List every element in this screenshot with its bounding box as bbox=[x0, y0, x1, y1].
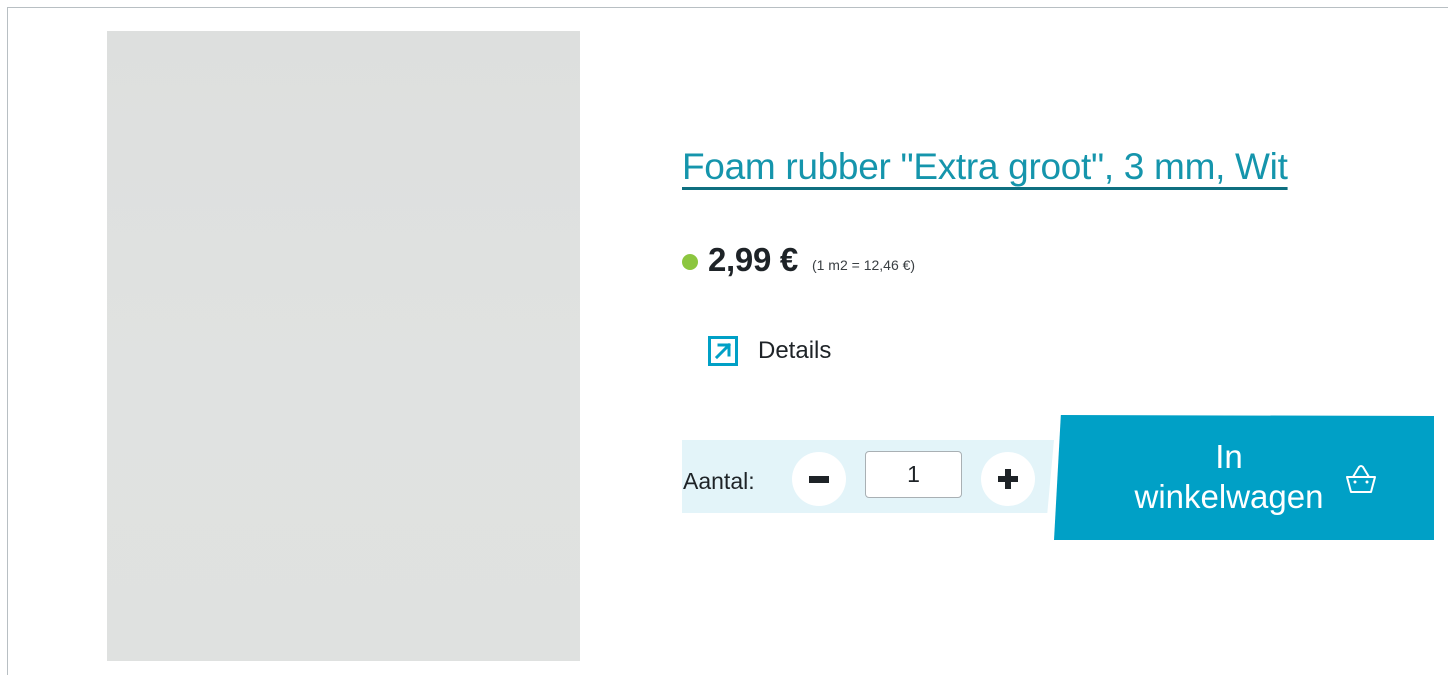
product-title-link[interactable]: Foam rubber "Extra groot", 3 mm, Wit bbox=[682, 146, 1288, 188]
availability-dot-icon bbox=[682, 254, 698, 270]
price-row: 2,99 € (1 m2 = 12,46 €) bbox=[682, 238, 915, 282]
minus-icon bbox=[809, 476, 829, 483]
add-to-cart-button[interactable]: In winkelwagen bbox=[1054, 415, 1434, 540]
unit-price: (1 m2 = 12,46 €) bbox=[811, 257, 916, 273]
product-image[interactable] bbox=[107, 31, 580, 661]
quantity-label: Aantal: bbox=[683, 468, 755, 494]
add-to-cart-label-line1: In bbox=[1215, 438, 1243, 475]
basket-icon bbox=[1346, 465, 1376, 493]
external-arrow-icon bbox=[708, 336, 738, 366]
add-to-cart-label-line2: winkelwagen bbox=[1134, 478, 1324, 515]
decrease-quantity-button[interactable] bbox=[792, 452, 846, 506]
details-link[interactable]: Details bbox=[708, 336, 831, 366]
quantity-input[interactable] bbox=[865, 451, 962, 498]
details-label: Details bbox=[758, 337, 832, 364]
increase-quantity-button[interactable] bbox=[981, 452, 1035, 506]
plus-icon bbox=[998, 469, 1018, 489]
product-price: 2,99 € bbox=[708, 241, 798, 278]
